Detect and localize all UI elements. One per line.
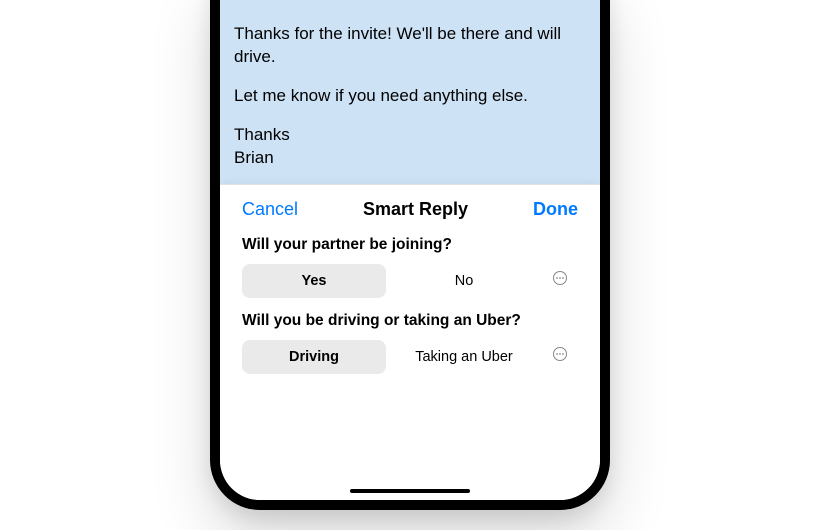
more-options-button-1[interactable] [542, 264, 578, 298]
smart-reply-panel: Cancel Smart Reply Done Will your partne… [220, 184, 600, 500]
option-no-button[interactable]: No [392, 264, 536, 298]
question-2-options: Driving Taking an Uber [242, 340, 578, 374]
option-uber-button[interactable]: Taking an Uber [392, 340, 536, 374]
compose-body-line-2: Let me know if you need anything else. [234, 85, 586, 108]
ellipsis-circle-icon [552, 270, 568, 291]
ellipsis-circle-icon [552, 346, 568, 367]
compose-signoff: Thanks Brian [234, 124, 586, 170]
option-yes-button[interactable]: Yes [242, 264, 386, 298]
phone-frame: Hi Jasmine Thanks for the invite! We'll … [210, 0, 610, 510]
panel-header: Cancel Smart Reply Done [220, 185, 600, 230]
question-1: Will your partner be joining? Yes No [220, 230, 600, 306]
question-2-text: Will you be driving or taking an Uber? [242, 312, 578, 330]
question-1-text: Will your partner be joining? [242, 236, 578, 254]
compose-greeting: Hi Jasmine [234, 0, 586, 7]
panel-title: Smart Reply [363, 199, 468, 220]
compose-body-line-1: Thanks for the invite! We'll be there an… [234, 23, 586, 69]
screen: Hi Jasmine Thanks for the invite! We'll … [220, 0, 600, 500]
home-indicator[interactable] [350, 489, 470, 494]
option-driving-button[interactable]: Driving [242, 340, 386, 374]
compose-text-area[interactable]: Hi Jasmine Thanks for the invite! We'll … [220, 0, 600, 184]
question-2: Will you be driving or taking an Uber? D… [220, 306, 600, 382]
compose-sender-name: Brian [234, 148, 274, 167]
more-options-button-2[interactable] [542, 340, 578, 374]
done-button[interactable]: Done [533, 199, 578, 220]
cancel-button[interactable]: Cancel [242, 199, 298, 220]
compose-thanks: Thanks [234, 125, 290, 144]
question-1-options: Yes No [242, 264, 578, 298]
